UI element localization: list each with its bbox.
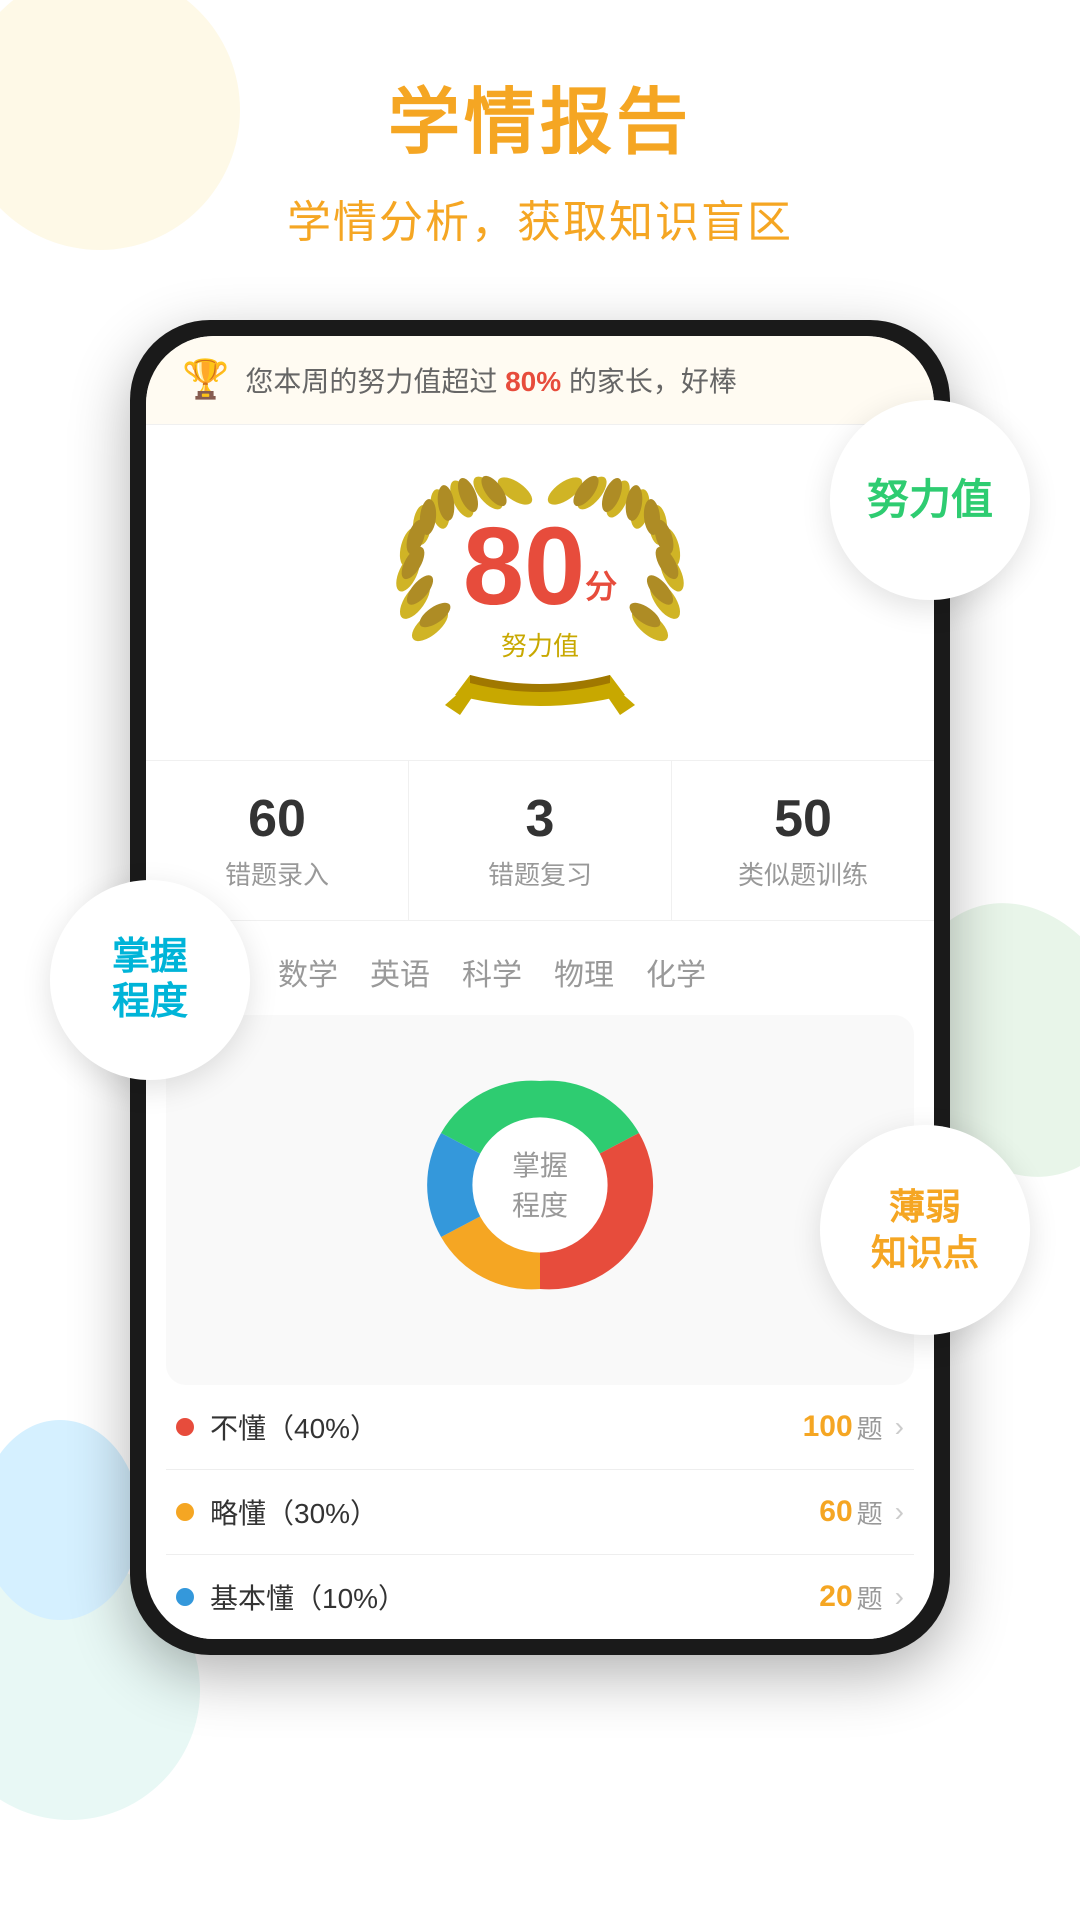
notification-bar: 🏆 您本周的努力值超过 80% 的家长，好棒 [146, 336, 934, 425]
legend-dot-1 [176, 1503, 194, 1521]
legend-text-2: 基本懂（10%） [210, 1577, 819, 1617]
phone-wrapper: 努力值 掌握程度 薄弱知识点 🏆 您本周的努力值超过 80% 的家长，好棒 [130, 320, 950, 1655]
legend-item-2[interactable]: 基本懂（10%） 20 题 › [166, 1555, 914, 1639]
notification-text: 您本周的努力值超过 80% 的家长，好棒 [245, 360, 898, 400]
bubble-effort: 努力值 [830, 400, 1030, 600]
stat-label-2: 类似题训练 [682, 855, 924, 892]
stats-row: 60 错题录入 3 错题复习 50 类似题训练 [146, 760, 934, 921]
bubble-mastery-label: 掌握程度 [112, 935, 188, 1026]
legend-dot-2 [176, 1588, 194, 1606]
stat-number-2: 50 [682, 789, 924, 849]
legend-item-1[interactable]: 略懂（30%） 60 题 › [166, 1470, 914, 1555]
donut-wrapper: 掌握程度 [410, 1055, 670, 1315]
phone-frame: 🏆 您本周的努力值超过 80% 的家长，好棒 [130, 320, 950, 1655]
bubble-mastery: 掌握程度 [50, 880, 250, 1080]
stat-label-1: 错题复习 [419, 855, 661, 892]
score-unit: 分 [585, 569, 617, 605]
legend-arrow-1: › [895, 1496, 904, 1528]
legend-dot-0 [176, 1418, 194, 1436]
legend-count-0: 100 [803, 1410, 853, 1444]
donut-container: 掌握程度 [202, 1035, 878, 1335]
score-overlay: 80分 努力值 [463, 512, 617, 663]
subject-tab-physics[interactable]: 物理 [554, 950, 614, 994]
stat-item-2: 50 类似题训练 [672, 761, 934, 920]
notification-highlight: 80% [505, 366, 561, 397]
legend-arrow-0: › [895, 1411, 904, 1443]
subject-tab-math[interactable]: 数学 [278, 950, 338, 994]
subject-tab-chemistry[interactable]: 化学 [646, 950, 706, 994]
laurel-wreath: 80分 努力值 [370, 455, 710, 735]
bubble-weakness: 薄弱知识点 [820, 1125, 1030, 1335]
page-subtitle: 学情分析，获取知识盲区 [0, 186, 1080, 250]
score-label: 努力值 [463, 626, 617, 663]
stat-item-1: 3 错题复习 [409, 761, 672, 920]
subject-tab-english[interactable]: 英语 [370, 950, 430, 994]
trophy-icon: 🏆 [182, 358, 229, 402]
subject-tab-science[interactable]: 科学 [462, 950, 522, 994]
bubble-effort-label: 努力值 [867, 475, 993, 525]
legend-text-0: 不懂（40%） [210, 1407, 803, 1447]
effort-section: 80分 努力值 [146, 425, 934, 760]
score-display: 80分 [463, 512, 617, 622]
phone-screen: 🏆 您本周的努力值超过 80% 的家长，好棒 [146, 336, 934, 1639]
page-title: 学情报告 [0, 80, 1080, 166]
score-number: 80 [463, 505, 585, 628]
legend-unit-1: 题 [857, 1494, 883, 1531]
chart-section: 掌握程度 [166, 1015, 914, 1385]
legend-text-1: 略懂（30%） [210, 1492, 819, 1532]
stat-label-0: 错题录入 [156, 855, 398, 892]
legend-count-1: 60 [819, 1495, 852, 1529]
laurel-container: 80分 努力值 [370, 455, 710, 735]
stat-number-0: 60 [156, 789, 398, 849]
stat-number-1: 3 [419, 789, 661, 849]
legend-count-2: 20 [819, 1580, 852, 1614]
subject-tabs: 语文 数学 英语 科学 物理 化学 [146, 921, 934, 1015]
legend-item-0[interactable]: 不懂（40%） 100 题 › [166, 1385, 914, 1470]
legend-unit-0: 题 [857, 1409, 883, 1446]
donut-center-label: 掌握程度 [512, 1146, 568, 1224]
header: 学情报告 学情分析，获取知识盲区 [0, 0, 1080, 280]
legend-arrow-2: › [895, 1581, 904, 1613]
legend-unit-2: 题 [857, 1579, 883, 1616]
bubble-weakness-label: 薄弱知识点 [871, 1184, 979, 1278]
